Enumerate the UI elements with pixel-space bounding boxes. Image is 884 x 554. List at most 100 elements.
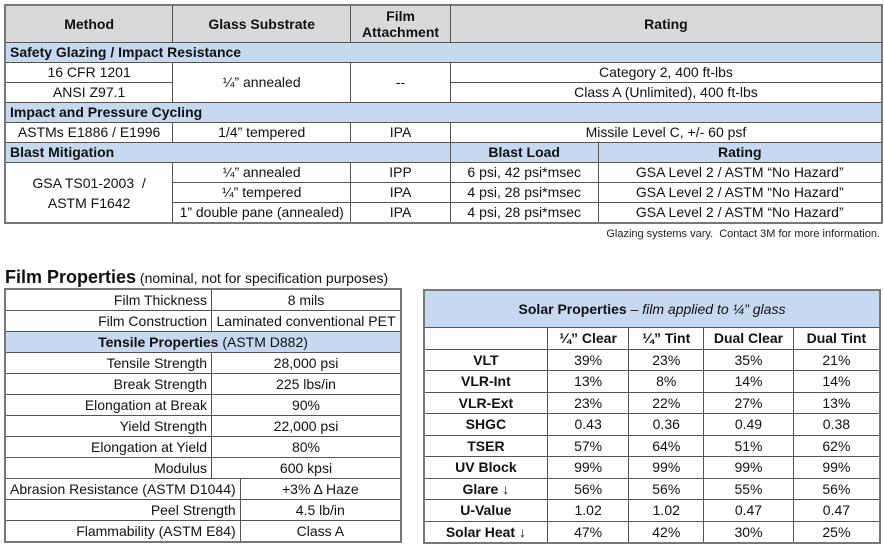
tensile-section-header: Tensile Properties (ASTM D882) xyxy=(4,331,402,353)
property-label: Peel Strength xyxy=(4,499,241,521)
value-cell: 0.49 xyxy=(703,413,794,436)
row-label: Solar Heat ↓ xyxy=(423,520,548,544)
value-cell: 1.02 xyxy=(546,499,630,522)
property-label: Film Thickness xyxy=(4,288,213,311)
value-cell: 23% xyxy=(628,348,705,371)
value-cell: 23% xyxy=(546,391,630,414)
solar-table-body: VLT 39% 23% 35% 21% VLR-Int 13% 8% 14% 14% VLR-Ext… xyxy=(423,348,881,544)
section-safety-glazing: Safety Glazing / Impact Resistance xyxy=(4,42,883,63)
value-cell: 0.38 xyxy=(792,413,881,436)
value-cell: 99% xyxy=(628,456,705,479)
table-row: Tensile Strength 28,000 psi xyxy=(4,352,402,374)
method-cell: ANSI Z97.1 xyxy=(4,82,174,103)
method-line: GSA TS01-2003 / xyxy=(32,174,146,191)
solar-properties-table: Solar Properties – film applied to ¼” gl… xyxy=(423,289,881,544)
substrate-cell: ¼” annealed xyxy=(172,162,352,183)
solar-subtitle-text: – film applied to ¼” glass xyxy=(626,301,786,317)
property-value: 4.5 lb/in xyxy=(239,499,402,521)
table-row: Elongation at Yield 80% xyxy=(4,436,402,458)
table-row: VLR-Ext 23% 22% 27% 13% xyxy=(423,391,881,414)
rating-cell: GSA Level 2 / ASTM “No Hazard” xyxy=(597,182,883,203)
value-cell: 35% xyxy=(703,348,794,371)
header-rating: Rating xyxy=(449,4,883,43)
table-row: SHGC 0.43 0.36 0.49 0.38 xyxy=(423,413,881,436)
row-label: VLR-Int xyxy=(423,370,548,393)
value-cell: 56% xyxy=(792,477,881,500)
property-value: 28,000 psi xyxy=(211,352,402,374)
property-value: Class A xyxy=(239,520,402,543)
value-cell: 14% xyxy=(703,370,794,393)
rating-cell: Missile Level C, +/- 60 psf xyxy=(449,122,883,143)
attachment-cell: IPA xyxy=(350,182,451,203)
section-blast-mitigation: Blast Mitigation xyxy=(4,142,451,163)
property-value: +3% Δ Haze xyxy=(239,478,402,500)
table-row: UV Block 99% 99% 99% 99% xyxy=(423,456,881,479)
value-cell: 56% xyxy=(628,477,705,500)
film-properties-subtitle: (nominal, not for specification purposes… xyxy=(136,270,389,286)
value-cell: 13% xyxy=(792,391,881,414)
header-method: Method xyxy=(4,4,174,43)
value-cell: 25% xyxy=(792,520,881,544)
substrate-cell: ¼” annealed xyxy=(172,62,352,103)
method-cell: GSA TS01-2003 / ASTM F1642 xyxy=(4,162,174,224)
subheader-blast-load: Blast Load xyxy=(449,142,599,163)
solar-title-text: Solar Properties xyxy=(518,301,627,317)
table-row: Film Thickness 8 mils xyxy=(4,288,402,311)
table-row: Break Strength 225 lbs/in xyxy=(4,373,402,395)
value-cell: 99% xyxy=(703,456,794,479)
property-label: Abrasion Resistance (ASTM D1044) xyxy=(4,478,241,500)
row-label: VLR-Ext xyxy=(423,391,548,414)
table-row: Yield Strength 22,000 psi xyxy=(4,415,402,437)
property-value: 90% xyxy=(211,394,402,416)
value-cell: 13% xyxy=(546,370,630,393)
film-properties-title: Film Properties xyxy=(5,267,137,287)
attachment-cell: IPA xyxy=(350,122,451,143)
value-cell: 14% xyxy=(792,370,881,393)
method-cell: ASTMs E1886 / E1996 xyxy=(4,122,174,143)
column-header: Dual Tint xyxy=(792,327,881,350)
row-label: VLT xyxy=(423,348,548,371)
substrate-cell: 1/4” tempered xyxy=(172,122,352,143)
value-cell: 8% xyxy=(628,370,705,393)
property-label: Tensile Strength xyxy=(4,352,213,374)
row-label: Glare ↓ xyxy=(423,477,548,500)
film-properties-table: Film Thickness 8 mils Film Construction … xyxy=(4,288,402,543)
value-cell: 30% xyxy=(703,520,794,544)
glazing-note: Glazing systems vary. Contact 3M for mor… xyxy=(606,228,880,240)
glazing-table: Method Glass Substrate Film Attachment R… xyxy=(4,4,883,224)
value-cell: 51% xyxy=(703,434,794,457)
row-label: UV Block xyxy=(423,456,548,479)
property-label: Yield Strength xyxy=(4,415,213,437)
table-row: Peel Strength 4.5 lb/in xyxy=(4,499,402,521)
column-header: Dual Clear xyxy=(703,327,794,350)
property-value: 22,000 psi xyxy=(211,415,402,437)
table-row: Flammability (ASTM E84) Class A xyxy=(4,520,402,543)
value-cell: 27% xyxy=(703,391,794,414)
rating-cell: Category 2, 400 ft-lbs xyxy=(449,62,883,83)
tensile-subtitle: (ASTM D882) xyxy=(218,334,308,350)
substrate-cell: ¼” tempered xyxy=(172,182,352,203)
blast-load-cell: 4 psi, 28 psi*msec xyxy=(449,182,599,203)
table-row: Elongation at Break 90% xyxy=(4,394,402,416)
property-value: 80% xyxy=(211,436,402,458)
table-row: Glare ↓ 56% 56% 55% 56% xyxy=(423,477,881,500)
film-properties-heading: Film Properties (nominal, not for specif… xyxy=(5,267,388,288)
table-row: VLT 39% 23% 35% 21% xyxy=(423,348,881,371)
column-header: ¼” Tint xyxy=(628,327,705,350)
property-label: Elongation at Break xyxy=(4,394,213,416)
tensile-title: Tensile Properties xyxy=(98,334,219,350)
table-row: Abrasion Resistance (ASTM D1044) +3% Δ Ha… xyxy=(4,478,402,500)
property-label: Modulus xyxy=(4,457,213,479)
property-value: 600 kpsi xyxy=(211,457,402,479)
property-value: 8 mils xyxy=(211,288,402,311)
table-row: TSER 57% 64% 51% 62% xyxy=(423,434,881,457)
subheader-rating: Rating xyxy=(597,142,883,163)
value-cell: 21% xyxy=(792,348,881,371)
property-value: Laminated conventional PET xyxy=(211,310,402,332)
property-label: Flammability (ASTM E84) xyxy=(4,520,241,543)
value-cell: 22% xyxy=(628,391,705,414)
table-row: Modulus 600 kpsi xyxy=(4,457,402,479)
value-cell: 55% xyxy=(703,477,794,500)
table-row: U-Value 1.02 1.02 0.47 0.47 xyxy=(423,499,881,522)
table-row: VLR-Int 13% 8% 14% 14% xyxy=(423,370,881,393)
